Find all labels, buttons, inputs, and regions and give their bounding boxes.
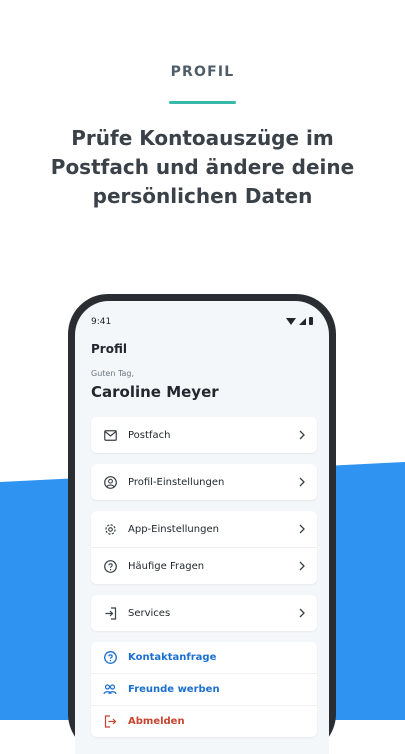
card-profil-einstellungen: Profil-Einstellungen [91, 464, 317, 500]
card-actions: Kontaktanfrage Freunde werben Abmelden [91, 642, 317, 737]
menu-item-haeufige-fragen[interactable]: Häufige Fragen [91, 547, 317, 584]
signal-icon [299, 317, 306, 325]
help-icon [103, 559, 117, 573]
chevron-right-icon [297, 608, 307, 618]
status-icons [286, 317, 313, 325]
menu-label-freunde-werben: Freunde werben [128, 684, 220, 695]
menu-item-kontaktanfrage[interactable]: Kontaktanfrage [91, 642, 317, 673]
gear-icon [103, 522, 117, 536]
menu-label-profil-einstellungen: Profil-Einstellungen [128, 476, 225, 488]
menu-item-freunde-werben[interactable]: Freunde werben [91, 673, 317, 705]
battery-icon [309, 317, 313, 325]
chevron-right-icon [297, 477, 307, 487]
menu-label-postfach: Postfach [128, 429, 171, 441]
phone-screen: 9:41 Profil Guten Tag, Caroline Meyer Po… [75, 301, 329, 754]
chevron-right-icon [297, 430, 307, 440]
headline: Prüfe Kontoauszüge im Postfach und änder… [50, 126, 355, 208]
exit-icon [103, 606, 117, 620]
section-label: PROFIL [170, 64, 235, 80]
greeting: Guten Tag, [91, 369, 135, 378]
chevron-right-icon [297, 561, 307, 571]
mail-icon [103, 428, 117, 442]
screen-title: Profil [91, 342, 127, 356]
menu-label-services: Services [128, 607, 171, 619]
menu-item-profil-einstellungen[interactable]: Profil-Einstellungen [91, 464, 317, 500]
status-bar: 9:41 [91, 317, 313, 329]
menu-label-app-einstellungen: App-Einstellungen [128, 523, 219, 535]
card-settings-help: App-Einstellungen Häufige Fragen [91, 511, 317, 584]
status-time: 9:41 [91, 317, 112, 327]
card-services: Services [91, 595, 317, 631]
question-icon [103, 651, 117, 665]
card-postfach: Postfach [91, 417, 317, 453]
chevron-right-icon [297, 524, 307, 534]
friends-icon [103, 683, 117, 697]
user-name: Caroline Meyer [91, 383, 219, 401]
user-circle-icon [103, 475, 117, 489]
logout-icon [103, 715, 117, 729]
menu-item-abmelden[interactable]: Abmelden [91, 705, 317, 737]
section-underline [169, 101, 236, 104]
menu-item-services[interactable]: Services [91, 595, 317, 631]
menu-label-haeufige-fragen: Häufige Fragen [128, 560, 205, 572]
menu-label-abmelden: Abmelden [128, 716, 185, 727]
menu-item-app-einstellungen[interactable]: App-Einstellungen [91, 511, 317, 547]
wifi-icon [286, 317, 296, 325]
menu-label-kontaktanfrage: Kontaktanfrage [128, 652, 217, 663]
phone-mockup: 9:41 Profil Guten Tag, Caroline Meyer Po… [68, 294, 336, 754]
menu-item-postfach[interactable]: Postfach [91, 417, 317, 453]
